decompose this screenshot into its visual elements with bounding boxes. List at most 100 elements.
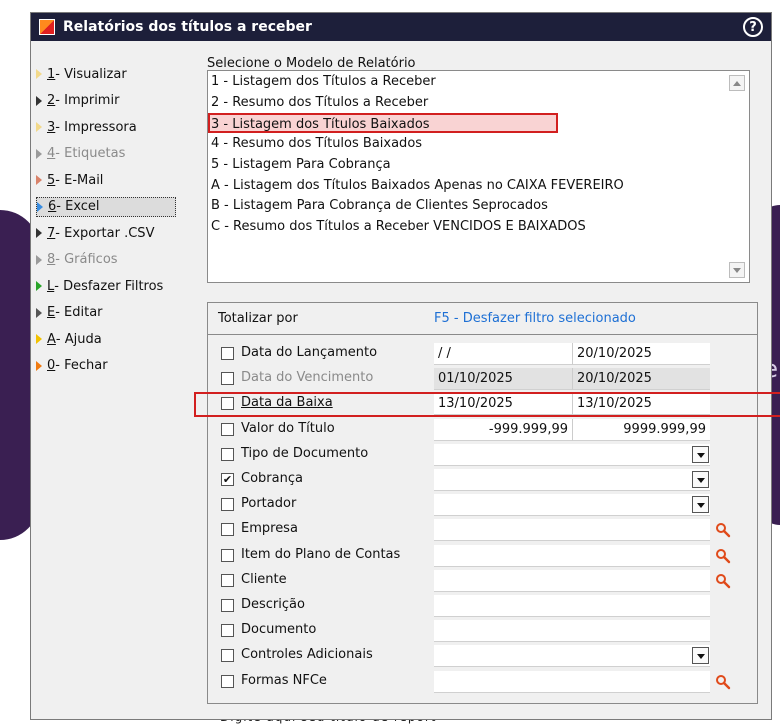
filter-row: Data da Baixa 13/10/2025 13/10/2025 xyxy=(194,392,780,418)
filter-checkbox[interactable] xyxy=(221,523,234,537)
range-start-field[interactable]: 01/10/2025 xyxy=(434,368,572,391)
search-icon[interactable] xyxy=(715,522,731,538)
menu-shortcut-key: 3 xyxy=(47,119,56,135)
filter-input[interactable] xyxy=(434,670,710,693)
menu-arrow-icon xyxy=(37,201,43,212)
search-icon[interactable] xyxy=(715,573,731,589)
filter-panel: Totalizar por F5 - Desfazer filtro selec… xyxy=(194,302,780,704)
search-icon[interactable] xyxy=(715,674,731,690)
filter-checkbox[interactable] xyxy=(221,422,234,436)
filter-checkbox[interactable] xyxy=(221,599,234,612)
filter-label: Data do Lançamento xyxy=(241,345,378,360)
report-model-item[interactable]: 3 - Listagem dos Títulos Baixados xyxy=(208,113,558,134)
scroll-up-button[interactable] xyxy=(729,75,745,91)
filter-row: Portador xyxy=(208,493,759,517)
filter-input[interactable] xyxy=(434,569,710,592)
report-model-item[interactable]: B - Listagem Para Cobrança de Clientes S… xyxy=(211,196,723,216)
highlight-frame xyxy=(194,392,780,418)
filter-label: Formas NFCe xyxy=(241,672,327,688)
window-title: Relatórios dos títulos a receber xyxy=(63,19,312,35)
report-model-item[interactable]: C - Resumo dos Títulos a Receber VENCIDO… xyxy=(211,217,723,237)
filter-select[interactable] xyxy=(434,469,710,491)
menu-shortcut-key: 4 xyxy=(47,146,56,161)
menu-arrow-icon xyxy=(36,228,42,238)
chevron-down-icon[interactable] xyxy=(692,496,709,514)
range-end-field[interactable]: 9999.999,99 xyxy=(572,418,710,441)
filter-row: Cliente xyxy=(208,569,759,593)
menu-shortcut-key: 8 xyxy=(47,252,56,267)
menu-arrow-icon xyxy=(36,360,42,371)
menu-shortcut-key: 5 xyxy=(47,172,56,188)
filter-row: Formas NFCe xyxy=(208,670,759,694)
filter-checkbox[interactable] xyxy=(221,624,234,638)
filter-label: Data do Vencimento xyxy=(241,370,374,386)
menu-arrow-icon xyxy=(36,175,42,185)
totalize-by-label: Totalizar por xyxy=(218,311,298,326)
range-end-field[interactable]: 20/10/2025 xyxy=(572,343,710,365)
menu-item[interactable]: 2 - Imprimir xyxy=(36,91,176,111)
filter-checkbox[interactable]: ✔ xyxy=(221,473,234,486)
range-start-field[interactable]: / / xyxy=(434,343,572,365)
filter-checkbox[interactable] xyxy=(221,649,234,663)
filter-checkbox[interactable] xyxy=(221,548,234,562)
title-bar: Relatórios dos títulos a receber ? xyxy=(31,13,771,41)
menu-item[interactable]: 7 - Exportar .CSV xyxy=(36,223,176,243)
action-sidebar: 1 - Visualizar 2 - Imprimir 3 - Impressora… xyxy=(31,41,179,719)
menu-item-label: - Fechar xyxy=(55,358,108,373)
menu-arrow-icon xyxy=(36,254,42,265)
undo-filter-link[interactable]: F5 - Desfazer filtro selecionado xyxy=(434,311,636,326)
filter-checkbox[interactable] xyxy=(221,674,234,688)
filter-input[interactable] xyxy=(434,595,710,617)
filter-checkbox[interactable] xyxy=(221,447,234,461)
menu-item[interactable]: E - Editar xyxy=(36,303,176,323)
report-model-item[interactable]: 4 - Resumo dos Títulos Baixados xyxy=(211,134,723,154)
filter-select[interactable] xyxy=(434,645,710,668)
menu-item-label: - Impressora xyxy=(55,119,137,135)
menu-arrow-icon xyxy=(36,334,42,344)
menu-arrow-icon xyxy=(36,95,42,106)
range-start-field[interactable]: -999.999,99 xyxy=(434,418,572,441)
menu-item[interactable]: 6 - Excel xyxy=(36,196,176,217)
chevron-down-icon[interactable] xyxy=(692,647,709,665)
filter-row: Data do Lançamento / /20/10/2025 xyxy=(208,342,759,366)
report-model-item[interactable]: A - Listagem dos Títulos Baixados Apenas… xyxy=(211,176,723,196)
menu-item[interactable]: 1 - Visualizar xyxy=(36,64,176,84)
menu-item[interactable]: 8 - Gráficos xyxy=(36,250,176,270)
filter-input[interactable] xyxy=(434,620,710,643)
menu-shortcut-key: 1 xyxy=(47,66,56,82)
search-icon[interactable] xyxy=(715,548,731,564)
scroll-down-button[interactable] xyxy=(729,262,745,278)
menu-item[interactable]: 3 - Impressora xyxy=(36,117,176,137)
menu-item-label: - Gráficos xyxy=(55,252,118,267)
filter-label: Documento xyxy=(241,622,317,638)
menu-shortcut-key: A xyxy=(47,331,56,347)
filter-checkbox[interactable] xyxy=(221,372,234,386)
menu-shortcut-key: 7 xyxy=(47,225,56,241)
menu-item[interactable]: A - Ajuda xyxy=(36,329,176,349)
filter-divider xyxy=(208,334,757,335)
filter-input[interactable] xyxy=(434,544,710,567)
report-model-item[interactable]: 5 - Listagem Para Cobrança xyxy=(211,155,723,175)
report-model-item[interactable]: 1 - Listagem dos Títulos a Receber xyxy=(211,72,723,92)
chevron-down-icon[interactable] xyxy=(692,471,709,488)
filter-input[interactable] xyxy=(434,519,710,542)
report-model-list[interactable]: 1 - Listagem dos Títulos a Receber 2 - Re… xyxy=(207,70,750,283)
filter-checkbox[interactable] xyxy=(221,573,234,587)
menu-item[interactable]: 0 - Fechar xyxy=(36,356,176,376)
filter-row: Documento xyxy=(208,619,759,643)
filter-select[interactable] xyxy=(434,443,710,466)
chevron-down-icon[interactable] xyxy=(692,445,709,463)
menu-item-label: - Desfazer Filtros xyxy=(54,278,164,294)
menu-item[interactable]: 5 - E-Mail xyxy=(36,170,176,190)
range-end-field[interactable]: 20/10/2025 xyxy=(572,368,710,391)
menu-shortcut-key: 2 xyxy=(47,93,56,108)
filter-select[interactable] xyxy=(434,494,710,517)
filter-checkbox[interactable] xyxy=(221,347,234,360)
report-model-item[interactable]: 2 - Resumo dos Títulos a Receber xyxy=(211,93,723,113)
menu-item[interactable]: L - Desfazer Filtros xyxy=(36,276,176,296)
help-icon[interactable]: ? xyxy=(743,17,763,37)
filter-checkbox[interactable] xyxy=(221,498,234,512)
menu-item[interactable]: 4 - Etiquetas xyxy=(36,144,176,164)
menu-shortcut-key: L xyxy=(47,278,55,294)
filter-label: Descrição xyxy=(241,597,305,612)
